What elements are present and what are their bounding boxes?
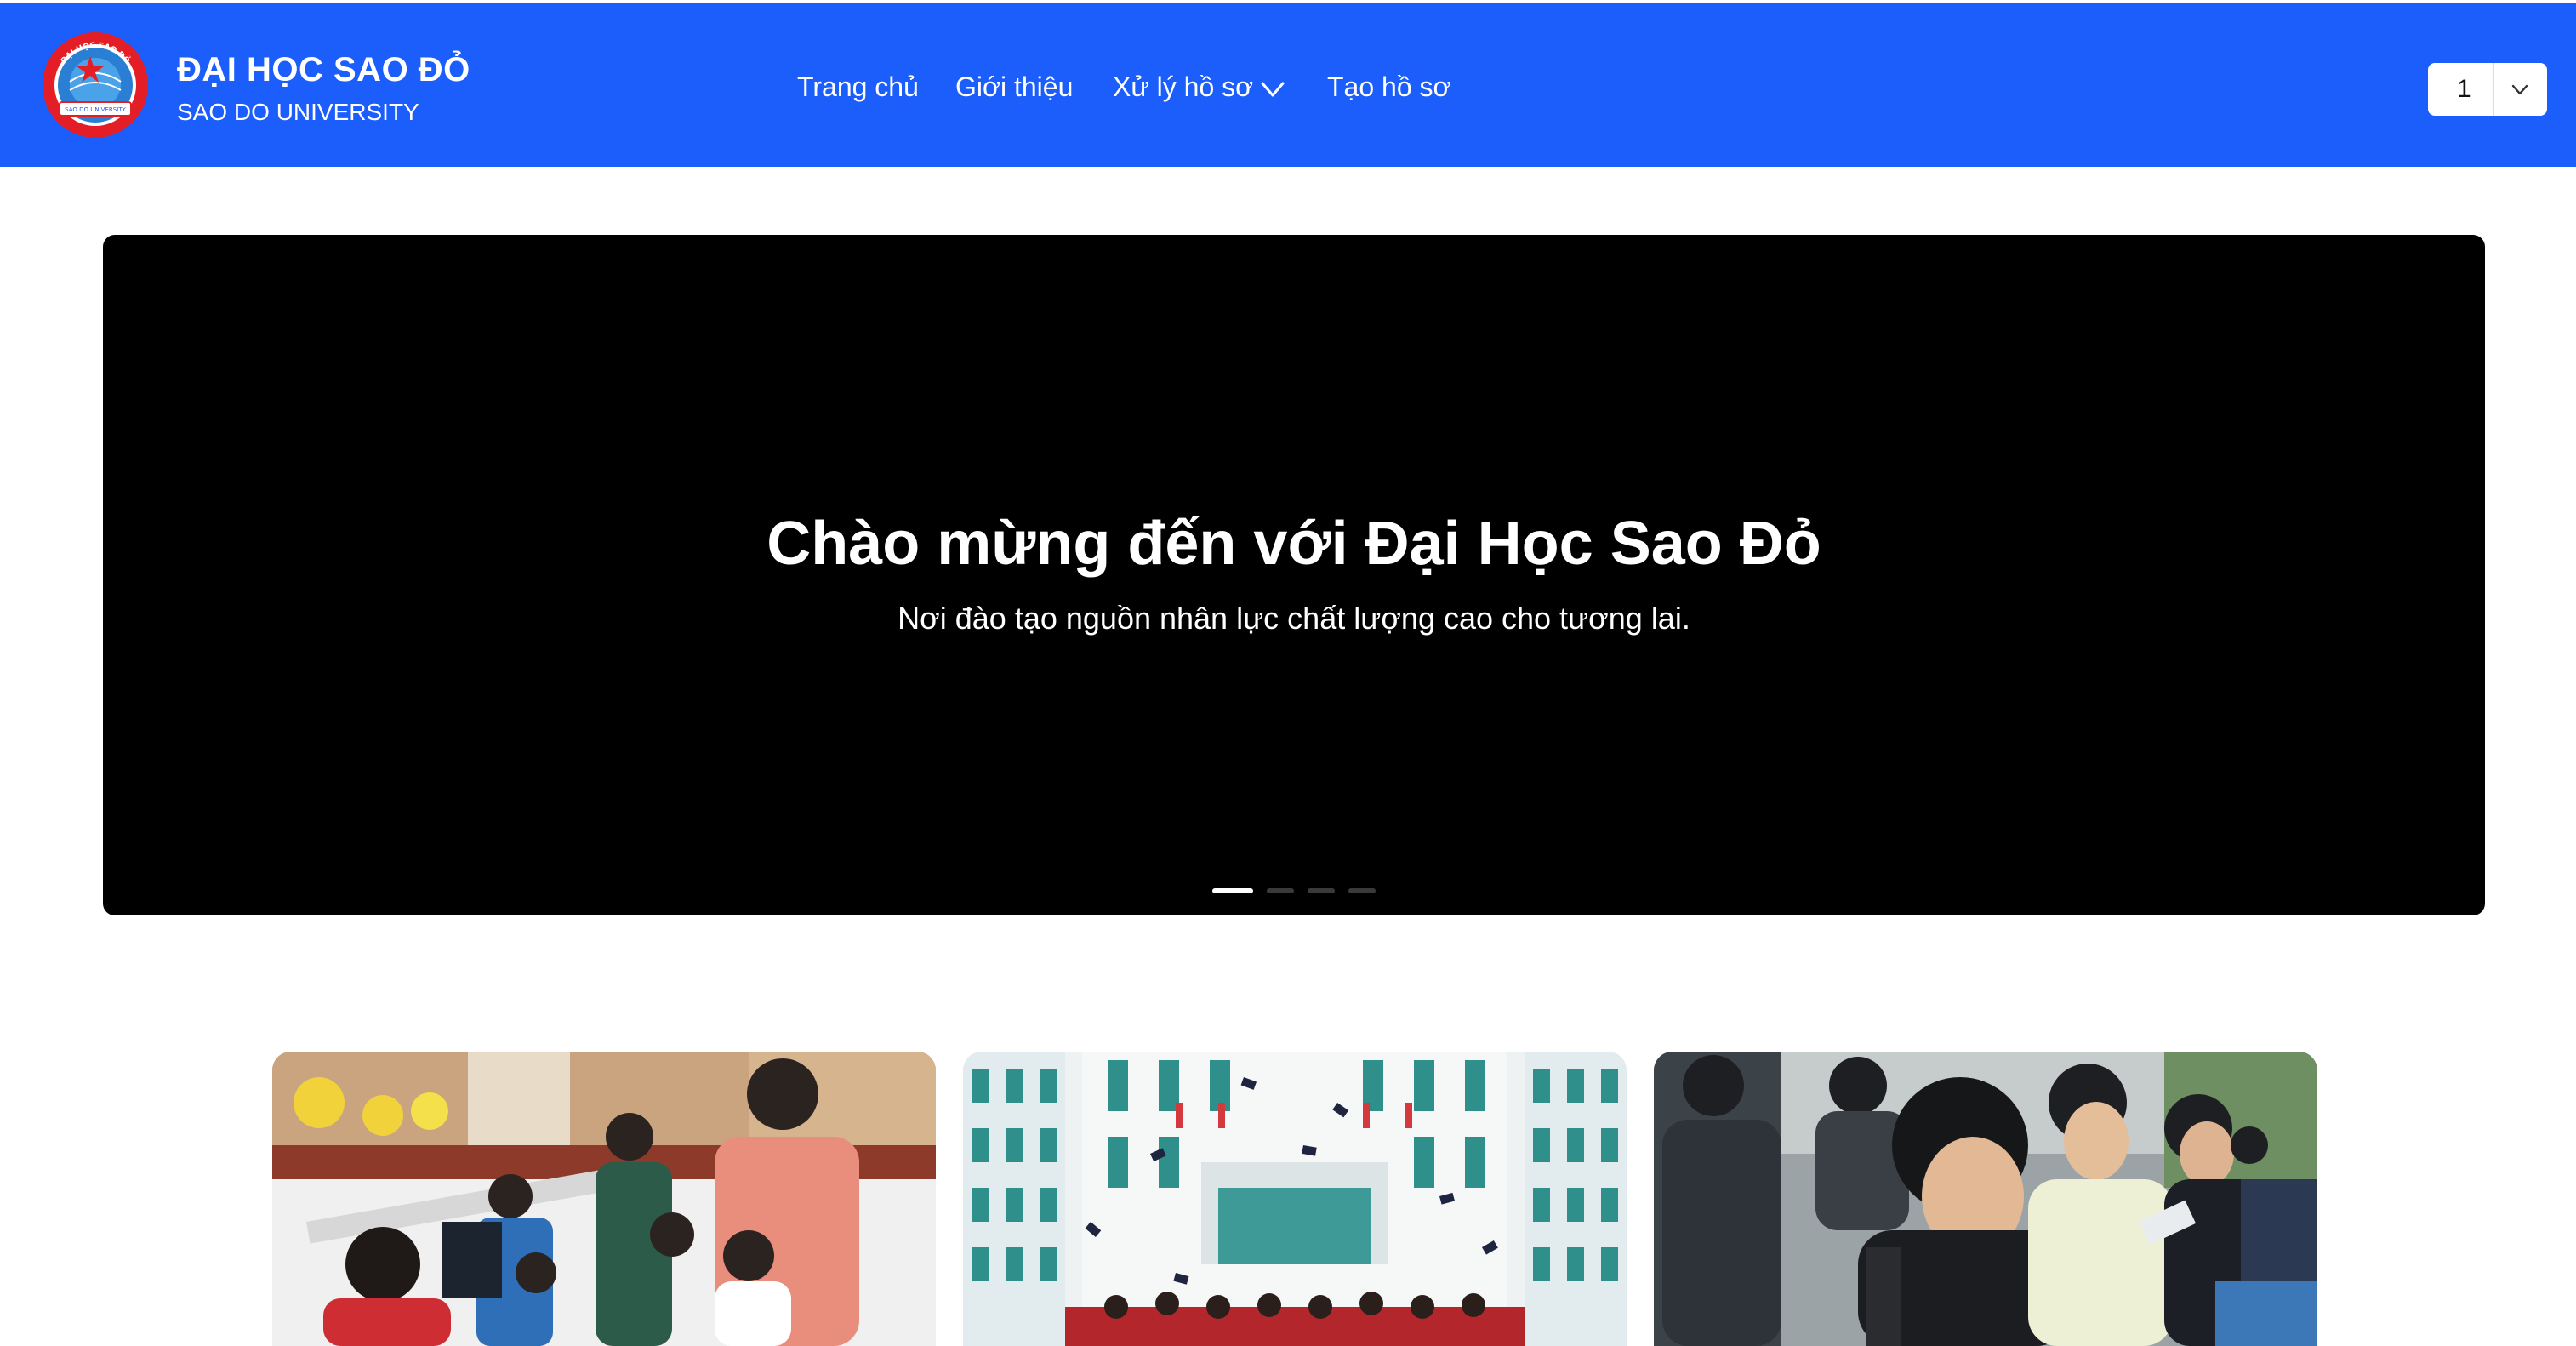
nav-item-process-records[interactable]: Xử lý hồ sơ <box>1113 71 1253 103</box>
nav-item-about[interactable]: Giới thiệu <box>955 71 1073 103</box>
hero-title: Chào mừng đến với Đại Học Sao Đỏ <box>767 510 1821 578</box>
brand-title[interactable]: ĐẠI HỌC SAO ĐỎ <box>177 51 470 89</box>
carousel-dot-3[interactable] <box>1308 888 1335 893</box>
nav-item-create-record[interactable]: Tạo hồ sơ <box>1327 71 1451 103</box>
carousel-indicators <box>1212 888 1379 895</box>
logo-ribbon-text: SAO DO UNIVERSITY <box>65 106 126 113</box>
carousel-dot-2[interactable] <box>1267 888 1294 893</box>
brand-subtitle: SAO DO UNIVERSITY <box>177 99 419 125</box>
top-navbar: ĐẠI HỌC SAO ĐỎ SAO DO UNIVERSITY ĐẠI HỌC… <box>0 0 2576 167</box>
university-logo[interactable]: ĐẠI HỌC SAO ĐỎ SAO DO UNIVERSITY <box>41 31 150 140</box>
carousel-dot-4[interactable] <box>1348 888 1376 893</box>
card-admission-photo[interactable] <box>272 1052 936 1346</box>
hero-carousel[interactable]: Chào mừng đến với Đại Học Sao Đỏ Nơi đào… <box>103 235 2485 915</box>
hero-subtitle: Nơi đào tạo nguồn nhân lực chất lượng ca… <box>898 601 1690 636</box>
page-selector-value: 1 <box>2457 75 2471 103</box>
card-students-photo[interactable] <box>1654 1052 2317 1346</box>
carousel-dot-1[interactable] <box>1212 888 1253 893</box>
selector-divider <box>2493 63 2494 116</box>
nav-item-home[interactable]: Trang chủ <box>797 71 919 103</box>
card-graduation-photo[interactable] <box>963 1052 1627 1346</box>
page-selector[interactable]: 1 <box>2428 63 2547 116</box>
chevron-down-icon[interactable] <box>2508 77 2532 101</box>
chevron-down-icon[interactable] <box>1259 75 1286 102</box>
